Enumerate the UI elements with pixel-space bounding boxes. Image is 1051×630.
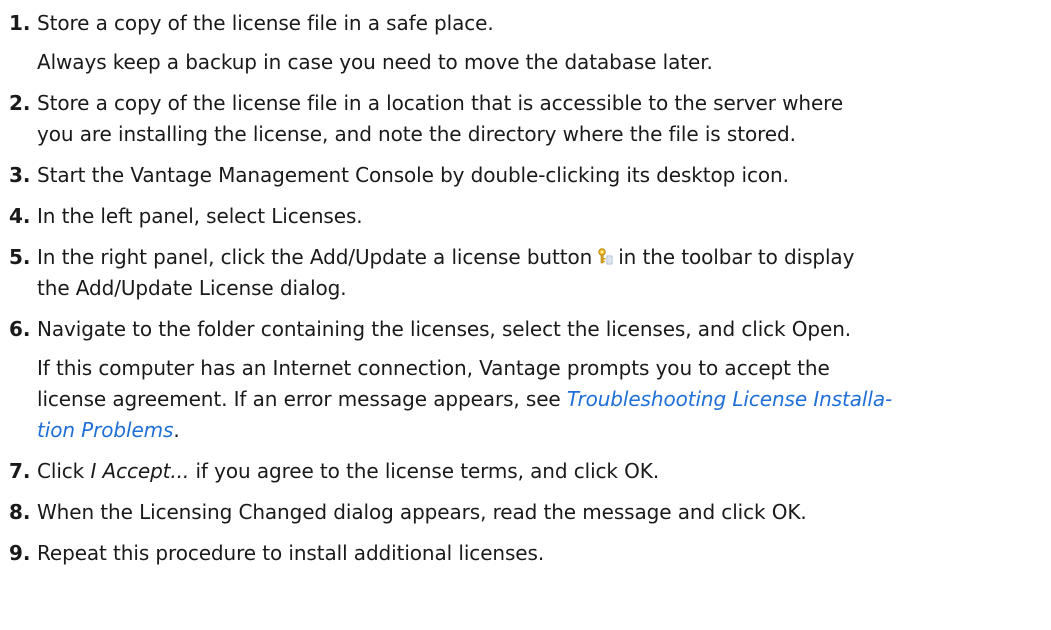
note-line-1: If this computer has an Internet connect… <box>37 356 830 380</box>
note-line-2-text: license agreement. If an error message a… <box>37 387 561 411</box>
step-text: In the left panel, select Licenses. <box>37 204 363 228</box>
procedure-page: 1. Store a copy of the license file in a… <box>0 0 1051 630</box>
step-number: 9. <box>9 541 31 565</box>
step-text-after: if you agree to the license terms, and c… <box>195 459 660 483</box>
step-4: 4. In the left panel, select Licenses. <box>0 201 1051 232</box>
step-number: 1. <box>9 11 31 35</box>
step-number: 5. <box>9 245 31 269</box>
step-text-after-icon: in the toolbar to display <box>618 245 855 269</box>
step-1: 1. Store a copy of the license file in a… <box>0 8 1051 39</box>
i-accept-label: I Accept... <box>90 459 190 483</box>
step-8: 8. When the Licensing Changed dialog app… <box>0 497 1051 528</box>
step-text-line-2: you are installing the license, and note… <box>37 122 796 146</box>
step-text-line-1: In the right panel, click the Add/Update… <box>37 242 1037 273</box>
step-text: Store a copy of the license file in a sa… <box>37 11 494 35</box>
step-1-note: Always keep a backup in case you need to… <box>37 50 713 74</box>
step-6: 6. Navigate to the folder containing the… <box>0 314 1051 345</box>
step-text: Repeat this procedure to install additio… <box>37 541 545 565</box>
step-6-note: If this computer has an Internet connect… <box>0 353 1037 446</box>
step-number: 2. <box>9 91 31 115</box>
troubleshooting-link-part-2[interactable]: tion Problems <box>37 418 173 442</box>
step-9: 9. Repeat this procedure to install addi… <box>0 538 1051 569</box>
step-2: 2. Store a copy of the license file in a… <box>0 88 1051 150</box>
step-text: Start the Vantage Management Console by … <box>37 163 789 187</box>
step-7: 7. Click I Accept... if you agree to the… <box>0 456 1051 487</box>
license-key-icon <box>596 245 614 265</box>
step-text-before: Click <box>37 459 85 483</box>
step-number: 7. <box>9 459 31 483</box>
step-text-line-1: Store a copy of the license file in a lo… <box>37 91 844 115</box>
step-number: 6. <box>9 317 31 341</box>
step-3: 3. Start the Vantage Management Console … <box>0 160 1051 191</box>
step-number: 4. <box>9 204 31 228</box>
note-end: . <box>173 418 180 442</box>
troubleshooting-link-part-1[interactable]: Troubleshooting License Installa- <box>567 387 892 411</box>
step-text-line-2: the Add/Update License dialog. <box>37 276 347 300</box>
step-text: When the Licensing Changed dialog appear… <box>37 500 807 524</box>
step-text: Click I Accept... if you agree to the li… <box>37 456 1037 487</box>
step-text: Navigate to the folder containing the li… <box>37 317 852 341</box>
step-text-before-icon: In the right panel, click the Add/Update… <box>37 245 593 269</box>
step-5: 5. In the right panel, click the Add/Upd… <box>0 242 1051 304</box>
step-number: 3. <box>9 163 31 187</box>
step-number: 8. <box>9 500 31 524</box>
